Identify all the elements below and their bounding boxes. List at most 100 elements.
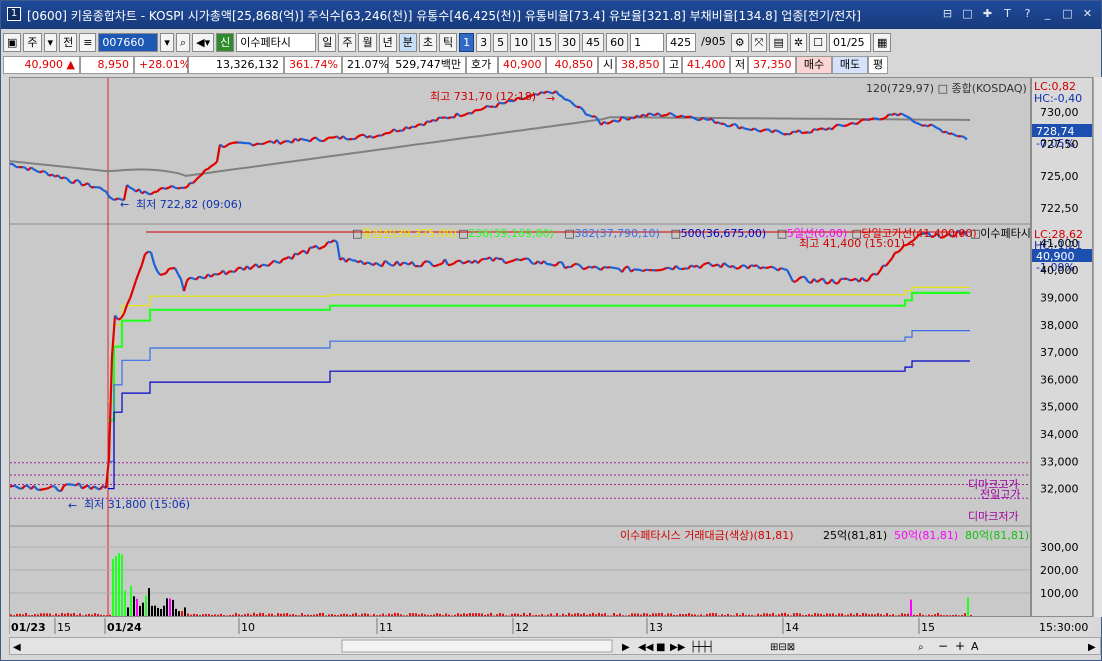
eval-button[interactable]: 평 (868, 56, 888, 74)
price-segment (162, 272, 167, 276)
zoom-out-icon[interactable]: − (938, 639, 948, 653)
chevron-down-icon[interactable]: ▾ (43, 32, 58, 52)
close-icon[interactable]: ✕ (1080, 6, 1095, 21)
count-input[interactable]: 425 (666, 32, 697, 52)
list-icon[interactable]: ≡ (79, 32, 97, 52)
x-axis-label: 10 (241, 621, 255, 634)
price-segment (375, 261, 380, 266)
kosdaq-segment (402, 126, 407, 132)
layout-icon[interactable]: ▣ (3, 32, 22, 52)
volume-bar (88, 613, 90, 616)
prev-button[interactable]: 전 (59, 32, 78, 52)
price-chart[interactable]: →← →← 120(729,97) □ 종합(KOSDAQ) 최고 731,70… (9, 78, 1041, 616)
scroll-thumb[interactable] (341, 639, 613, 653)
tab-week[interactable]: 주 (338, 32, 357, 52)
scroll-right-icon[interactable]: ▶ (1088, 642, 1096, 653)
lock-icon[interactable]: ⊟ (940, 6, 955, 21)
price-segment (48, 485, 53, 489)
volume-bar (787, 614, 789, 616)
volume-bar (463, 613, 465, 616)
sound-icon[interactable]: ◀▾ (192, 32, 215, 52)
date-input[interactable]: 01/25 (828, 32, 871, 52)
volume-bar (742, 612, 744, 616)
scroll-left-icon[interactable]: ◀ (13, 642, 21, 653)
tools-icon[interactable]: ⤧ (750, 32, 768, 52)
volume-bar (220, 613, 222, 616)
bid-price: 40,850 (546, 56, 598, 74)
interval-45[interactable]: 45 (582, 32, 605, 52)
price-segment (15, 485, 20, 490)
fast-forward-icon[interactable]: ▶▶ (670, 642, 686, 653)
volume-bar (310, 615, 312, 616)
period-select[interactable]: 주 (23, 32, 42, 52)
interval-60[interactable]: 60 (606, 32, 629, 52)
volume-bar (598, 612, 600, 616)
volume-bar (955, 614, 957, 616)
minimize-icon[interactable]: _ (1040, 6, 1055, 21)
interval-5[interactable]: 5 (493, 32, 509, 52)
vertical-scrollbar[interactable] (1093, 77, 1102, 617)
volume-bar (46, 613, 48, 616)
price-segment (273, 259, 278, 264)
volume-bar (166, 598, 168, 616)
chart-area[interactable]: → ← → ← 120(729,97) □ 종합(KOSDAQ) 최고 731,70… (9, 77, 1041, 617)
interval-1[interactable]: 1 (459, 32, 475, 52)
chart-tools-icon[interactable]: ⊞⊟⊠ (770, 642, 795, 653)
kosdaq-segment (408, 125, 413, 130)
kosdaq-segment (843, 124, 848, 128)
kosdaq-segment (621, 115, 626, 120)
kosdaq-segment (447, 116, 452, 120)
stock-code-input[interactable]: 007660 (98, 32, 159, 52)
kosdaq-segment (435, 116, 440, 122)
zoom-slider-icon[interactable]: ├┼┼┤ (690, 640, 714, 653)
interval-30[interactable]: 30 (558, 32, 581, 52)
price-segment (282, 257, 287, 261)
kosdaq-segment (579, 106, 584, 111)
buy-button[interactable]: 매수 (796, 56, 832, 74)
code-dropdown-icon[interactable]: ▾ (160, 32, 174, 52)
volume-bar (298, 615, 300, 616)
volume-bar (61, 613, 63, 616)
price-segment (732, 265, 737, 270)
magnify-icon[interactable]: ⌕ (918, 642, 924, 653)
interval-10[interactable]: 10 (510, 32, 533, 52)
stock-name-field[interactable]: 이수페타시 (236, 32, 317, 52)
window-number[interactable]: 1 (7, 7, 21, 21)
calendar-icon[interactable]: ▦ (872, 32, 892, 52)
settings-icon[interactable]: ⚙ (730, 32, 749, 52)
rewind-icon[interactable]: ◀◀ (638, 642, 654, 653)
tab-year[interactable]: 년 (378, 32, 397, 52)
pin-icon[interactable]: ✚ (980, 6, 995, 21)
interval-3[interactable]: 3 (476, 32, 492, 52)
tab-tick[interactable]: 틱 (438, 32, 458, 52)
help-icon[interactable]: ? (1020, 6, 1035, 21)
search-icon[interactable]: ⌕ (175, 32, 191, 52)
text-tool-icon[interactable]: A (971, 640, 979, 653)
play-icon[interactable]: ▶ (622, 642, 630, 653)
sell-button[interactable]: 매도 (832, 56, 868, 74)
tab-day[interactable]: 일 (318, 32, 337, 52)
volume-bar (679, 613, 681, 616)
gear-icon[interactable]: ✲ (789, 32, 808, 52)
kosdaq-segment (429, 118, 434, 123)
font-icon[interactable]: T (1000, 6, 1015, 21)
zoom-in-icon[interactable]: + (955, 639, 965, 653)
kosdaq-segment (171, 185, 176, 189)
restore-icon[interactable]: □ (960, 6, 975, 21)
volume-bar (325, 615, 327, 616)
save-icon[interactable]: ▤ (769, 32, 788, 52)
tab-minute[interactable]: 분 (398, 32, 417, 52)
volume-bar (127, 607, 129, 616)
tab-second[interactable]: 초 (418, 32, 437, 52)
volume-bar (874, 614, 876, 616)
stop-icon[interactable]: ■ (656, 642, 665, 653)
count-select[interactable]: 1 (630, 32, 665, 52)
kosdaq-segment (879, 117, 884, 121)
maximize-icon[interactable]: □ (1060, 6, 1075, 21)
date-checkbox[interactable]: ☐ (809, 32, 827, 52)
interval-15[interactable]: 15 (534, 32, 557, 52)
horizontal-scrollbar[interactable]: ◀ ▶ ◀◀ ■ ▶▶ ├┼┼┤ ⊞⊟⊠ ⌕ − + A ▶ (9, 637, 1101, 655)
tab-month[interactable]: 월 (358, 32, 377, 52)
volume-bar (547, 614, 549, 616)
volume-bar (580, 614, 582, 616)
